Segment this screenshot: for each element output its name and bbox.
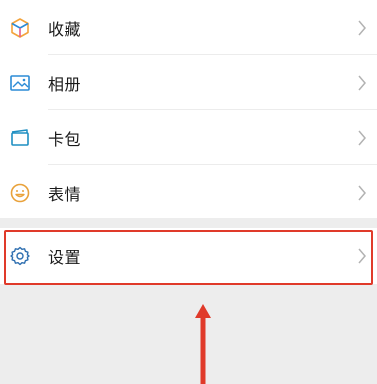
emoji-smile-icon <box>9 182 31 204</box>
card-wallet-icon <box>9 127 31 149</box>
chevron-right-icon <box>357 130 367 146</box>
chevron-right-icon <box>357 248 367 264</box>
menu-item-card-wallet[interactable]: 卡包 <box>0 110 377 165</box>
album-photo-icon <box>9 72 31 94</box>
menu-item-label: 卡包 <box>48 129 82 149</box>
menu-item-album[interactable]: 相册 <box>0 55 377 110</box>
menu-item-label: 表情 <box>48 184 82 204</box>
menu-group-main: 收藏 相册 卡包 表情 <box>0 0 377 218</box>
menu-item-label: 设置 <box>48 247 82 267</box>
settings-gear-icon <box>9 245 31 267</box>
favorites-cube-icon <box>9 17 31 39</box>
menu-item-favorites[interactable]: 收藏 <box>0 0 377 55</box>
menu-group-settings: 设置 <box>0 228 377 284</box>
menu-item-label: 相册 <box>48 74 82 94</box>
me-page-menu: 收藏 相册 卡包 表情 设置 <box>0 0 377 384</box>
chevron-right-icon <box>357 20 367 36</box>
chevron-right-icon <box>357 75 367 91</box>
up-arrow-annotation <box>193 304 213 384</box>
menu-item-emoji[interactable]: 表情 <box>0 165 377 220</box>
chevron-right-icon <box>357 185 367 201</box>
menu-item-settings[interactable]: 设置 <box>0 228 377 283</box>
menu-item-label: 收藏 <box>48 19 82 39</box>
